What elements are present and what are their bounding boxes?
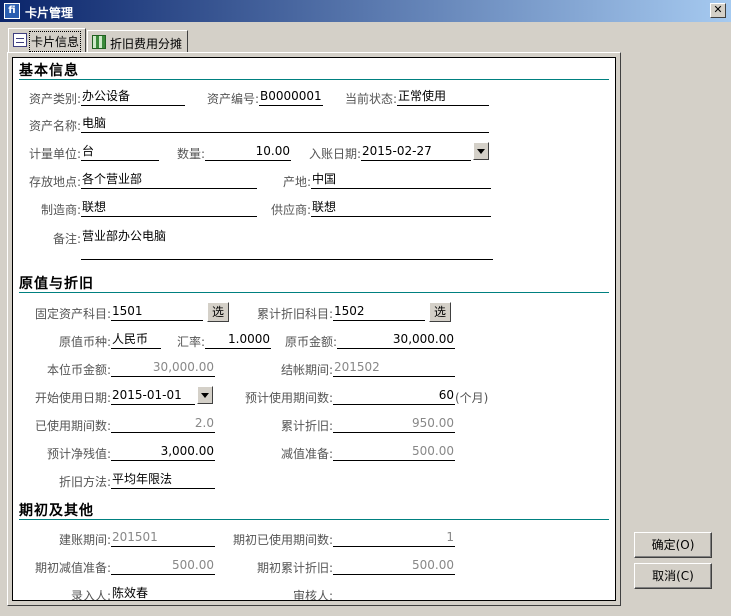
dep-method-field[interactable]: 平均年限法 xyxy=(111,471,215,489)
supplier-field[interactable]: 联想 xyxy=(311,199,491,217)
close-button[interactable]: ✕ xyxy=(710,3,726,18)
status-field[interactable]: 正常使用 xyxy=(397,88,489,106)
unit-label: 计量单位: xyxy=(28,147,81,161)
location-field[interactable]: 各个营业部 xyxy=(81,171,257,189)
residual-value-field[interactable]: 3,000.00 xyxy=(111,443,215,461)
reviewer-field xyxy=(333,585,455,600)
entry-date-dropdown[interactable] xyxy=(473,142,489,160)
tab-panel: 基本信息 资产类别: 办公设备 资产编号: B0000001 当前状态: 正常使… xyxy=(7,52,621,606)
card-form: 基本信息 资产类别: 办公设备 资产编号: B0000001 当前状态: 正常使… xyxy=(12,57,616,601)
original-amount-field[interactable]: 30,000.00 xyxy=(337,331,455,349)
manufacturer-label: 制造商: xyxy=(40,203,81,217)
close-period-field: 201502 xyxy=(333,359,455,377)
remark-label: 备注: xyxy=(52,232,81,246)
card-management-window: fi 卡片管理 ✕ 卡片信息 折旧费用分摊 基本信息 资产类别: 办公设备 资产… xyxy=(0,0,731,616)
status-label: 当前状态: xyxy=(344,92,397,106)
local-amount-label: 本位币金额: xyxy=(46,363,111,377)
initial-accum-dep-label: 期初累计折旧: xyxy=(256,561,333,575)
initial-accum-dep-field: 500.00 xyxy=(333,557,455,575)
original-amount-label: 原币金额: xyxy=(284,335,337,349)
fixed-asset-subject-label: 固定资产科目: xyxy=(34,307,111,321)
impairment-label: 减值准备: xyxy=(280,447,333,461)
used-periods-field: 2.0 xyxy=(111,415,215,433)
fixed-subject-select-button[interactable]: 选 xyxy=(207,302,229,322)
initial-used-periods-label: 期初已使用期间数: xyxy=(232,533,333,547)
accumulated-dep-label: 累计折旧: xyxy=(280,419,333,433)
asset-name-field[interactable]: 电脑 xyxy=(81,115,489,133)
reviewer-label: 审核人: xyxy=(292,589,333,601)
quantity-field[interactable]: 10.00 xyxy=(205,143,291,161)
currency-field[interactable]: 人民币 xyxy=(111,331,161,349)
entry-person-field: 陈效春 xyxy=(111,585,215,600)
local-amount-field: 30,000.00 xyxy=(111,359,215,377)
entry-date-field[interactable]: 2015-02-27 xyxy=(361,143,471,161)
build-period-label: 建账期间: xyxy=(58,533,111,547)
section-value-title: 原值与折旧 xyxy=(19,276,94,292)
cancel-button[interactable]: 取消(C) xyxy=(634,563,712,589)
window-title: 卡片管理 xyxy=(25,6,74,20)
tab-depreciation-allocation[interactable]: 折旧费用分摊 xyxy=(87,30,188,52)
asset-type-label: 资产类别: xyxy=(28,92,81,106)
asset-name-label: 资产名称: xyxy=(28,119,81,133)
tab-depreciation-label: 折旧费用分摊 xyxy=(110,37,183,51)
unit-field[interactable]: 台 xyxy=(81,143,159,161)
accum-dep-subject-field[interactable]: 1502 xyxy=(333,303,425,321)
expected-periods-field[interactable]: 60 xyxy=(333,387,455,405)
section-basic-title: 基本信息 xyxy=(19,63,79,79)
close-period-label: 结帐期间: xyxy=(280,363,333,377)
expected-periods-label: 预计使用期间数: xyxy=(244,391,333,405)
asset-no-label: 资产编号: xyxy=(206,92,259,106)
used-periods-label: 已使用期间数: xyxy=(34,419,111,433)
impairment-field: 500.00 xyxy=(333,443,455,461)
initial-impairment-label: 期初减值准备: xyxy=(34,561,111,575)
accumulated-dep-field: 950.00 xyxy=(333,415,455,433)
ok-button[interactable]: 确定(O) xyxy=(634,532,712,558)
section-divider xyxy=(19,519,609,520)
entry-person-label: 录入人: xyxy=(70,589,111,601)
tab-card-info[interactable]: 卡片信息 xyxy=(8,28,86,52)
title-bar: fi 卡片管理 ✕ xyxy=(0,0,731,22)
quantity-label: 数量: xyxy=(176,147,205,161)
start-use-date-field[interactable]: 2015-01-01 xyxy=(111,387,195,405)
start-date-dropdown[interactable] xyxy=(197,386,213,404)
asset-type-field[interactable]: 办公设备 xyxy=(81,88,185,106)
currency-label: 原值币种: xyxy=(58,335,111,349)
exchange-rate-label: 汇率: xyxy=(176,335,205,349)
start-use-date-label: 开始使用日期: xyxy=(34,391,111,405)
accum-dep-subject-label: 累计折旧科目: xyxy=(256,307,333,321)
expected-periods-unit: (个月) xyxy=(455,391,489,405)
supplier-label: 供应商: xyxy=(270,203,311,217)
card-icon xyxy=(13,33,27,47)
build-period-field: 201501 xyxy=(111,529,215,547)
fixed-asset-subject-field[interactable]: 1501 xyxy=(111,303,203,321)
section-divider xyxy=(19,79,609,80)
entry-date-label: 入账日期: xyxy=(308,147,361,161)
initial-used-periods-field: 1 xyxy=(333,529,455,547)
remark-field[interactable]: 营业部办公电脑 xyxy=(81,228,493,260)
depreciation-icon xyxy=(92,35,106,49)
section-divider xyxy=(19,292,609,293)
dep-method-label: 折旧方法: xyxy=(58,475,111,489)
manufacturer-field[interactable]: 联想 xyxy=(81,199,257,217)
initial-impairment-field: 500.00 xyxy=(111,557,215,575)
residual-value-label: 预计净残值: xyxy=(46,447,111,461)
location-label: 存放地点: xyxy=(28,175,81,189)
exchange-rate-field[interactable]: 1.0000 xyxy=(205,331,271,349)
accum-subject-select-button[interactable]: 选 xyxy=(429,302,451,322)
origin-field[interactable]: 中国 xyxy=(311,171,491,189)
tab-card-info-label: 卡片信息 xyxy=(28,31,82,52)
asset-no-field[interactable]: B0000001 xyxy=(259,88,323,106)
app-icon: fi xyxy=(4,3,20,19)
origin-label: 产地: xyxy=(282,175,311,189)
section-initial-title: 期初及其他 xyxy=(19,503,94,519)
